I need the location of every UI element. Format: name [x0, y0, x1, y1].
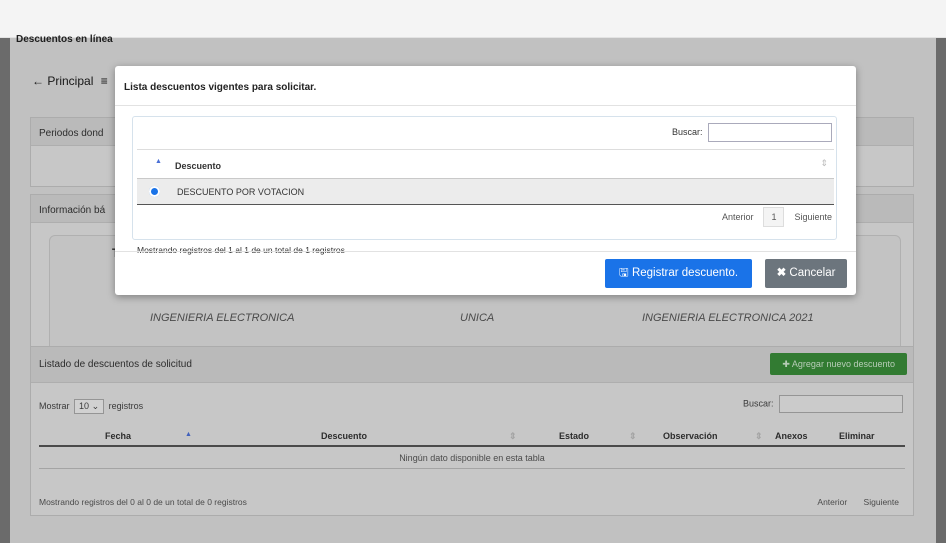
discount-label: DESCUENTO POR VOTACION: [177, 187, 305, 197]
modal-page-button[interactable]: 1: [763, 207, 785, 227]
modal-prev-button[interactable]: Anterior: [722, 212, 754, 222]
modal-search: Buscar:: [672, 123, 832, 142]
cancel-button[interactable]: ✖ Cancelar: [765, 259, 847, 288]
sort-asc-icon: ▲: [155, 158, 162, 165]
register-discount-button[interactable]: 🖫 Registrar descuento.: [605, 259, 752, 288]
discount-radio[interactable]: [149, 186, 160, 197]
modal-header: Lista descuentos vigentes para solicitar…: [115, 66, 856, 106]
col-descuento: Descuento: [175, 161, 222, 171]
modal-divider: [115, 251, 856, 252]
save-icon: 🖫: [618, 267, 629, 279]
modal-table-info: Mostrando registros del 1 al 1 de un tot…: [137, 245, 345, 255]
modal-title: Lista descuentos vigentes para solicitar…: [124, 82, 317, 93]
modal-search-label: Buscar:: [671, 126, 703, 137]
browser-topbar: [0, 0, 946, 38]
discount-row[interactable]: DESCUENTO POR VOTACION: [137, 179, 834, 205]
close-icon: ✖: [776, 267, 787, 279]
modal-table: ▲ Descuento ⇕ DESCUENTO POR VOTACION Mos…: [137, 149, 834, 255]
modal-pagination: Anterior 1 Siguiente: [722, 207, 832, 227]
cancel-label: Cancelar: [789, 267, 836, 279]
modal-table-header[interactable]: ▲ Descuento ⇕: [137, 149, 834, 179]
modal-search-input[interactable]: [708, 123, 832, 142]
modal-next-button[interactable]: Siguiente: [794, 212, 832, 222]
sort-icon: ⇕: [820, 158, 828, 168]
modal-table-box: Buscar: ▲ Descuento ⇕ DESCUENTO POR VOTA…: [132, 116, 837, 255]
register-discount-label: Registrar descuento.: [631, 267, 739, 279]
discount-modal: Lista descuentos vigentes para solicitar…: [115, 66, 856, 295]
